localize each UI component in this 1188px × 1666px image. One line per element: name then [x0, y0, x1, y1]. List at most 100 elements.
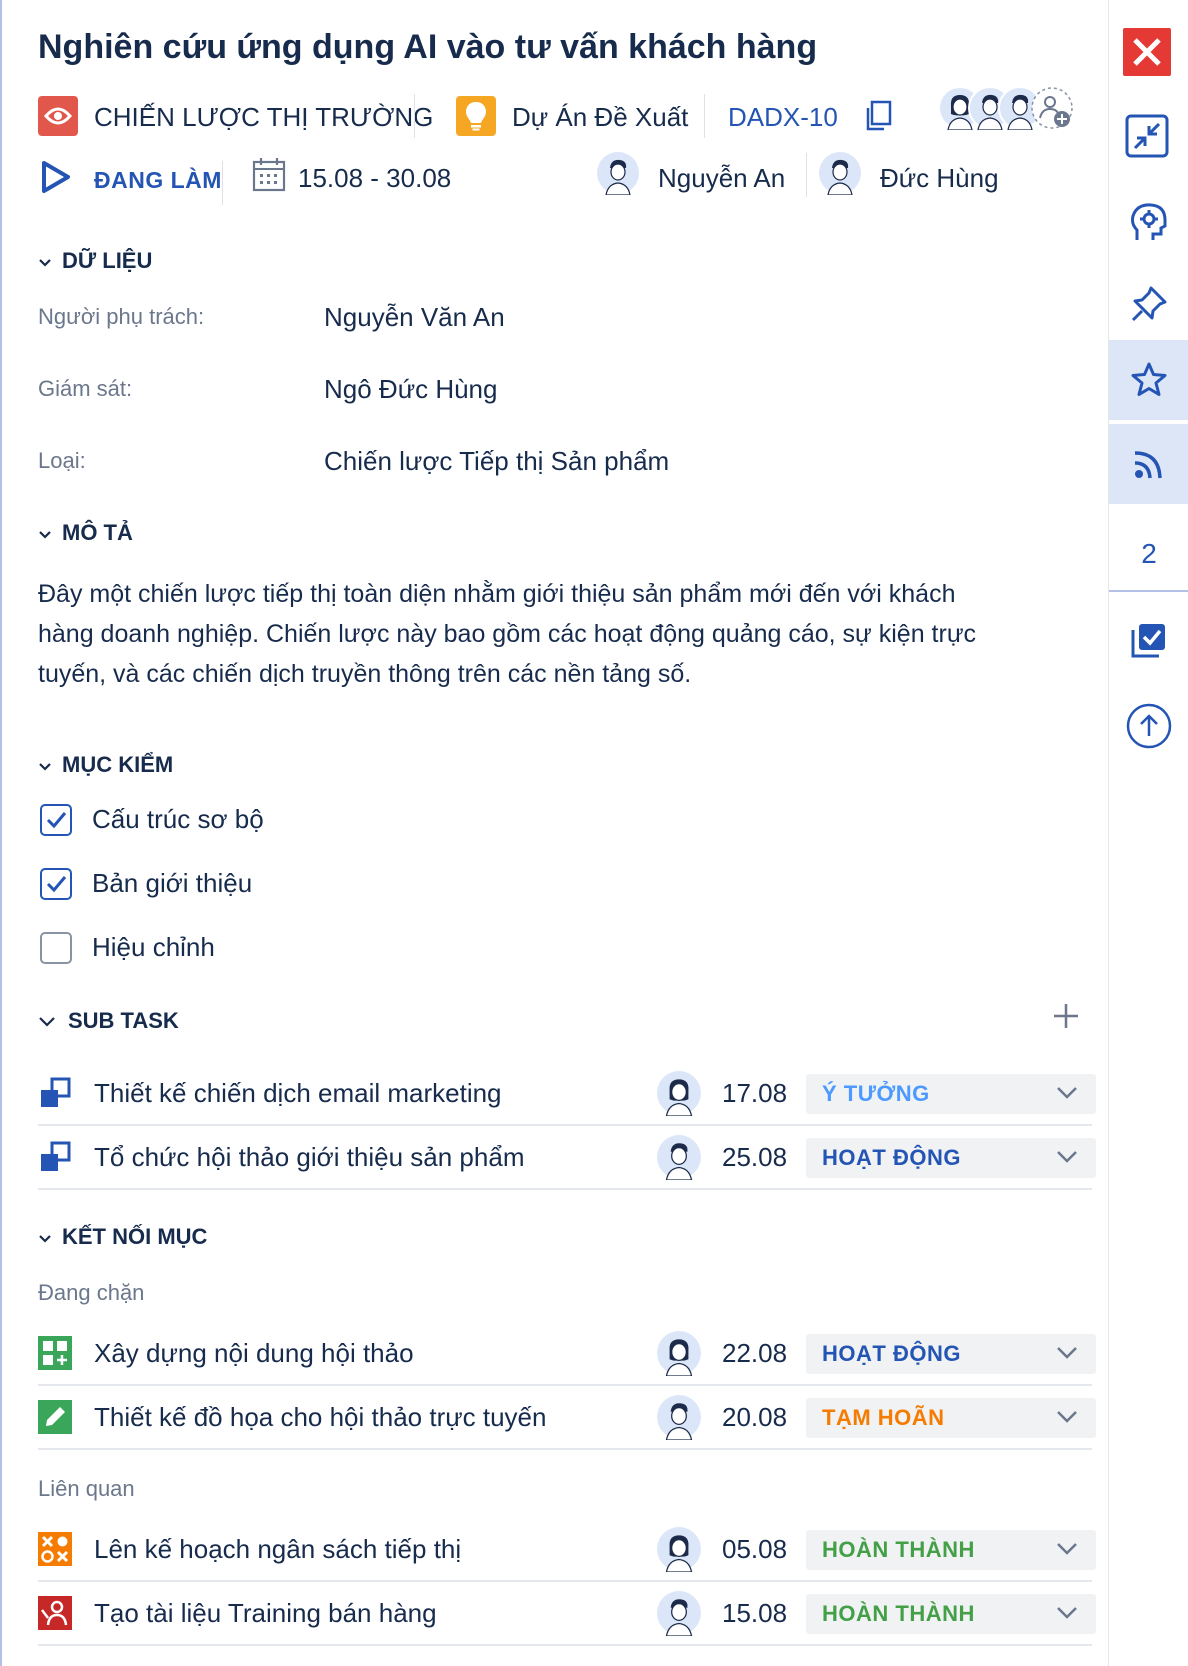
assignee-name[interactable]: Nguyễn An	[658, 163, 785, 194]
issue-status-row: ĐANG LÀM 15.08 - 30.08 Nguyễn An Đức Hùn…	[38, 152, 1088, 215]
divider	[222, 161, 223, 205]
description-heading: MÔ TẢ	[62, 520, 133, 545]
status-label[interactable]: ĐANG LÀM	[94, 167, 222, 194]
avatar	[657, 1331, 701, 1376]
issue-title[interactable]: Nghiên cứu ứng dụng AI vào tư vấn khách …	[38, 28, 817, 67]
checklist-icon	[1131, 624, 1165, 658]
ai-assist-button[interactable]	[1109, 184, 1188, 264]
subtask-date: 17.08	[722, 1078, 788, 1108]
pencil-icon	[38, 1400, 72, 1434]
category-label[interactable]: CHIẾN LƯỢC THỊ TRƯỜNG	[94, 102, 433, 133]
subtask-date: 25.08	[722, 1142, 788, 1172]
description-line: Đây một chiến lược tiếp thị toàn diện nh…	[38, 580, 956, 608]
subtask-heading: SUB TASK	[68, 1008, 179, 1033]
blocking-label: Đang chặn	[38, 1280, 145, 1305]
chevron-down-icon	[1057, 1607, 1077, 1619]
checklist-section-toggle[interactable]: MỤC KIỂM	[38, 752, 173, 778]
feed-button[interactable]	[1109, 424, 1188, 504]
status-dropdown[interactable]: HOẠT ĐỘNG	[806, 1138, 1096, 1178]
field-value-supervisor[interactable]: Ngô Đức Hùng	[324, 374, 497, 405]
linked-issue-row[interactable]: Thiết kế đồ họa cho hội thảo trực tuyến …	[38, 1386, 1096, 1450]
pin-icon	[1131, 286, 1167, 322]
linked-issue-row[interactable]: Lên kế hoạch ngân sách tiếp thị 05.08 HO…	[38, 1518, 1096, 1582]
checklist-item-label: Hiệu chỉnh	[92, 932, 215, 962]
checkbox-checked[interactable]	[40, 868, 72, 900]
divider	[704, 94, 705, 138]
description-line: hàng doanh nghiệp. Chiến lược này bao gồ…	[38, 620, 977, 648]
subtask-row[interactable]: Thiết kế chiến dịch email marketing 17.0…	[38, 1062, 1096, 1126]
linked-issue-date: 15.08	[722, 1598, 788, 1628]
links-heading: KẾT NỐI MỤC	[62, 1224, 208, 1249]
status-value: TẠM HOÃN	[822, 1405, 945, 1430]
checklist-item-label: Bản giới thiệu	[92, 868, 253, 898]
subtask-icon	[41, 1077, 71, 1107]
linked-issue-label: Tạo tài liệu Training bán hàng	[94, 1598, 437, 1628]
subtask-row[interactable]: Tổ chức hội thảo giới thiệu sản phẩm 25.…	[38, 1126, 1096, 1190]
reviewer-name[interactable]: Đức Hùng	[880, 163, 999, 194]
avatar	[657, 1591, 701, 1636]
chevron-down-icon	[38, 520, 54, 546]
data-section-toggle[interactable]: DỮ LIỆU	[38, 248, 152, 274]
chevron-down-icon	[38, 752, 54, 778]
collapse-button[interactable]	[1109, 96, 1188, 176]
avatar	[597, 152, 639, 195]
rss-icon	[1134, 451, 1162, 479]
status-dropdown[interactable]: HOÀN THÀNH	[806, 1594, 1096, 1634]
description-text[interactable]: Đây một chiến lược tiếp thị toàn diện nh…	[38, 574, 1078, 694]
lightbulb-icon	[466, 102, 486, 131]
comment-count[interactable]: 2	[1109, 538, 1188, 570]
subtask-icon	[41, 1141, 71, 1171]
add-watcher-icon[interactable]	[1030, 86, 1074, 130]
checklist-item-label: Cấu trúc sơ bộ	[92, 804, 264, 834]
linked-issue-label: Xây dựng nội dung hội thảo	[94, 1338, 414, 1368]
add-subtask-icon[interactable]	[1052, 1002, 1080, 1030]
category-badge	[38, 96, 78, 136]
subtask-label: Thiết kế chiến dịch email marketing	[94, 1078, 502, 1108]
description-line: tuyến, và các chiến dịch truyền thông tr…	[38, 660, 692, 688]
field-value-type[interactable]: Chiến lược Tiếp thị Sản phẩm	[324, 446, 669, 477]
checkbox-checked[interactable]	[40, 804, 72, 836]
watchers-group[interactable]	[938, 86, 1088, 142]
presentation-icon	[38, 1596, 72, 1630]
collapse-icon	[1125, 114, 1169, 158]
status-value: HOẠT ĐỘNG	[822, 1341, 961, 1366]
date-range[interactable]: 15.08 - 30.08	[298, 163, 451, 194]
linked-issue-row[interactable]: Tạo tài liệu Training bán hàng 15.08 HOÀ…	[38, 1582, 1096, 1646]
field-value-assignee[interactable]: Nguyễn Văn An	[324, 302, 505, 333]
avatar	[657, 1395, 701, 1440]
subtask-label: Tổ chức hội thảo giới thiệu sản phẩm	[94, 1142, 525, 1172]
status-value: HOẠT ĐỘNG	[822, 1145, 961, 1170]
links-section-toggle[interactable]: KẾT NỐI MỤC	[38, 1224, 207, 1250]
field-label-assignee: Người phụ trách:	[38, 304, 205, 329]
chevron-down-icon	[1057, 1411, 1077, 1423]
field-label-type: Loại:	[38, 448, 86, 473]
chevron-down-icon	[1057, 1151, 1077, 1163]
pin-button[interactable]	[1109, 266, 1188, 346]
status-dropdown[interactable]: HOẠT ĐỘNG	[806, 1334, 1096, 1374]
grid-icon	[38, 1336, 72, 1370]
scroll-top-button[interactable]	[1109, 688, 1188, 768]
project-label[interactable]: Dự Án Đề Xuất	[512, 102, 688, 133]
description-section-toggle[interactable]: MÔ TẢ	[38, 520, 133, 546]
subtask-section-toggle[interactable]: SUB TASK	[38, 1008, 179, 1034]
right-rail: 2	[1108, 0, 1188, 1666]
status-dropdown[interactable]: Ý TƯỞNG	[806, 1074, 1096, 1114]
linked-issue-row[interactable]: Xây dựng nội dung hội thảo 22.08 HOẠT ĐỘ…	[38, 1322, 1096, 1386]
linked-issue-date: 05.08	[722, 1534, 788, 1564]
favorite-button[interactable]	[1109, 340, 1188, 420]
close-button[interactable]	[1123, 28, 1171, 76]
checkbox-unchecked[interactable]	[40, 932, 72, 964]
checklist-button[interactable]	[1109, 604, 1188, 684]
checklist-heading: MỤC KIỂM	[62, 752, 174, 777]
linked-issue-label: Lên kế hoạch ngân sách tiếp thị	[94, 1534, 462, 1564]
project-badge	[456, 96, 496, 136]
issue-key[interactable]: DADX-10	[728, 102, 838, 133]
status-dropdown[interactable]: TẠM HOÃN	[806, 1398, 1096, 1438]
status-dropdown[interactable]: HOÀN THÀNH	[806, 1530, 1096, 1570]
divider	[806, 153, 807, 197]
copy-icon[interactable]	[864, 100, 892, 132]
chevron-down-icon	[1057, 1347, 1077, 1359]
avatar	[657, 1135, 701, 1180]
chevron-down-icon	[38, 1008, 60, 1034]
calendar-icon	[252, 158, 286, 192]
